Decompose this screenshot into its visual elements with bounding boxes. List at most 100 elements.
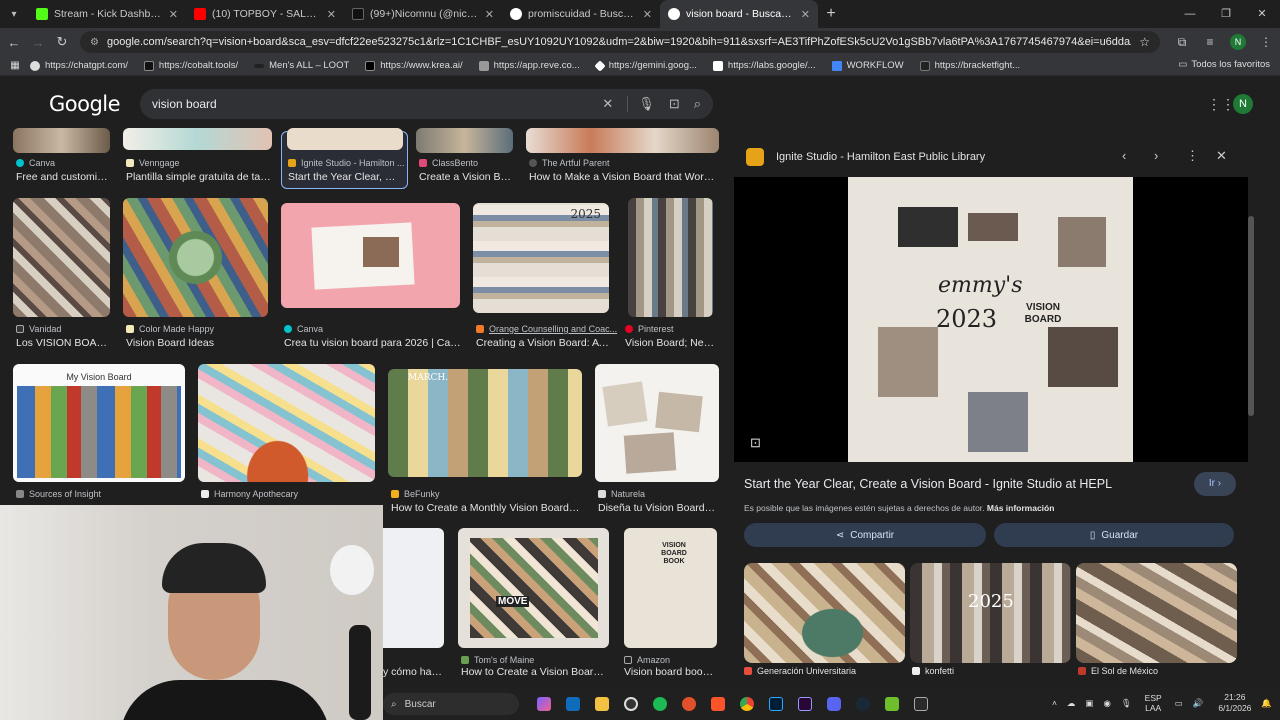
close-icon[interactable]: ✕ [485, 8, 494, 21]
photoshop-icon[interactable] [761, 694, 790, 714]
result-caption[interactable]: How to Make a Vision Board that Works I.… [529, 171, 717, 183]
app-icon[interactable] [877, 694, 906, 714]
bookmark-item[interactable]: https://bracketfight... [919, 60, 1020, 71]
obs-icon[interactable] [616, 694, 645, 714]
site-info-icon[interactable]: ⚙ [90, 37, 99, 48]
result-caption[interactable]: Plantilla simple gratuita de tabl... [126, 171, 272, 183]
visit-button[interactable]: Ir › [1194, 472, 1236, 496]
reload-icon[interactable]: ↻ [50, 34, 74, 50]
extensions-icon[interactable]: ⧉ [1168, 35, 1196, 50]
profile-avatar[interactable]: N [1224, 34, 1252, 50]
result-caption[interactable]: Crea tu vision board para 2026 | Canva [284, 337, 464, 349]
close-icon[interactable]: ✕ [327, 8, 336, 21]
preview-source[interactable]: Ignite Studio - Hamilton East Public Lib… [746, 148, 985, 166]
notifications-icon[interactable]: 🔔 [1261, 698, 1272, 709]
bookmark-item[interactable]: https://app.reve.co... [478, 60, 580, 71]
result-caption[interactable]: Vision board book:... [624, 666, 718, 678]
bookmark-item[interactable]: https://gemini.goog... [594, 59, 697, 72]
google-logo[interactable]: Google [49, 92, 121, 116]
cloud-icon[interactable]: ☁ [1067, 698, 1076, 709]
back-icon[interactable]: ← [2, 35, 26, 50]
more-info-link[interactable]: Más información [987, 503, 1055, 513]
mic-icon[interactable]: 🎙 [1121, 698, 1132, 709]
copilot-icon[interactable] [529, 694, 558, 714]
result-caption[interactable]: How to Create a Vision Board –... [461, 666, 609, 678]
more-options-icon[interactable]: ⋮ [1186, 148, 1199, 164]
mic-icon[interactable]: 🎙 [627, 96, 655, 112]
steam-icon[interactable] [848, 694, 877, 714]
related-image[interactable]: 2025 [910, 563, 1071, 663]
result-caption[interactable]: Vision Board; New ... [625, 337, 717, 349]
result-thumb[interactable] [416, 128, 513, 153]
result-thumb[interactable] [287, 128, 403, 150]
chevron-up-icon[interactable]: ˄ [1052, 698, 1057, 708]
brave-icon[interactable] [703, 694, 732, 714]
volume-icon[interactable]: 🔊 [1193, 698, 1204, 709]
taskbar-search[interactable]: ⌕ Buscar [383, 693, 519, 715]
bookmark-item[interactable]: Men's ALL – LOOT [254, 60, 349, 71]
related-image[interactable] [744, 563, 905, 663]
outlook-icon[interactable] [558, 694, 587, 714]
result-caption[interactable]: Free and customiz... [16, 171, 111, 183]
result-thumb[interactable]: MARCH. [388, 369, 582, 477]
result-caption[interactable]: How to Create a Monthly Vision Board On.… [391, 502, 581, 514]
bookmark-item[interactable]: https://chatgpt.com/ [30, 60, 128, 71]
search-input[interactable]: vision board [152, 97, 588, 111]
result-caption[interactable]: Create a Vision Bo... [419, 171, 514, 183]
security-icon[interactable]: ◉ [1103, 698, 1110, 709]
bookmark-star-icon[interactable]: ☆ [1139, 35, 1150, 49]
result-thumb[interactable] [123, 128, 272, 150]
discord-icon[interactable] [819, 694, 848, 714]
bookmark-item[interactable]: https://cobalt.tools/ [143, 60, 238, 71]
forward-icon[interactable]: → [26, 35, 50, 50]
close-icon[interactable]: ✕ [169, 8, 178, 21]
share-button[interactable]: ⋖ Compartir [744, 523, 986, 547]
epic-games-icon[interactable] [906, 694, 935, 714]
result-thumb[interactable]: MOVE [458, 528, 609, 648]
tab-kick[interactable]: Stream - Kick Dashboard ✕ [28, 0, 186, 28]
result-caption[interactable]: Start the Year Clear, Cr... [288, 171, 402, 183]
tab-google-promiscuidad[interactable]: promiscuidad - Buscar con Goo ✕ [502, 0, 660, 28]
bookmark-item[interactable]: https://labs.google/... [712, 60, 816, 71]
preview-title[interactable]: Start the Year Clear, Create a Vision Bo… [744, 477, 1112, 491]
chevron-left-icon[interactable]: ‹ [1122, 148, 1126, 163]
chevron-right-icon[interactable]: › [1154, 148, 1158, 163]
close-icon[interactable]: ✕ [643, 8, 652, 21]
bookmark-item[interactable]: WORKFLOW [831, 60, 904, 71]
result-thumb[interactable] [383, 528, 444, 648]
result-thumb[interactable] [526, 128, 719, 153]
result-caption[interactable]: Creating a Vision Board: A P... [476, 337, 610, 349]
result-thumb[interactable]: VISION BOARD BOOK [624, 528, 717, 648]
all-bookmarks-folder[interactable]: ▭ Todos los favoritos [1178, 59, 1270, 70]
visual-search-icon[interactable]: ⊡ [750, 435, 761, 451]
clear-icon[interactable]: ✕ [602, 96, 613, 112]
search-icon[interactable]: ⌕ [694, 96, 701, 112]
result-caption[interactable]: Vision Board Ideas [126, 337, 266, 349]
apps-icon[interactable]: ▦ [0, 60, 30, 71]
result-thumb[interactable] [13, 128, 110, 153]
result-thumb[interactable] [628, 198, 713, 317]
result-thumb[interactable] [595, 364, 719, 482]
result-thumb[interactable] [281, 203, 460, 308]
preview-image[interactable]: emmy's 2023 VISION BOARD [848, 177, 1133, 462]
google-apps-icon[interactable]: ⋮⋮ [1207, 96, 1235, 113]
search-box[interactable]: vision board ✕ 🎙 ⊡ ⌕ [140, 89, 713, 119]
close-icon[interactable]: ✕ [801, 8, 810, 21]
panel-scrollbar[interactable] [1248, 216, 1254, 416]
result-caption[interactable]: Los VISION BOAR... [16, 337, 111, 349]
address-bar[interactable]: ⚙ google.com/search?q=vision+board&sca_e… [80, 31, 1160, 53]
new-tab-button[interactable]: + [818, 5, 844, 23]
spotify-icon[interactable] [645, 694, 674, 714]
result-caption[interactable]: Diseña tu Vision Board: ... [598, 502, 718, 514]
result-thumb[interactable] [13, 198, 110, 317]
language-indicator[interactable]: ESP LAA [1145, 693, 1162, 713]
restore-icon[interactable]: ❐ [1208, 0, 1244, 28]
minimize-icon[interactable]: — [1172, 0, 1208, 28]
clock[interactable]: 21:26 6/1/2026 [1218, 692, 1251, 714]
result-thumb[interactable]: 2025 [473, 203, 609, 313]
chrome-icon[interactable] [732, 694, 761, 714]
app-icon[interactable] [674, 694, 703, 714]
file-explorer-icon[interactable] [587, 694, 616, 714]
result-thumb[interactable]: My Vision Board [13, 364, 185, 482]
menu-icon[interactable]: ⋮ [1252, 35, 1280, 49]
